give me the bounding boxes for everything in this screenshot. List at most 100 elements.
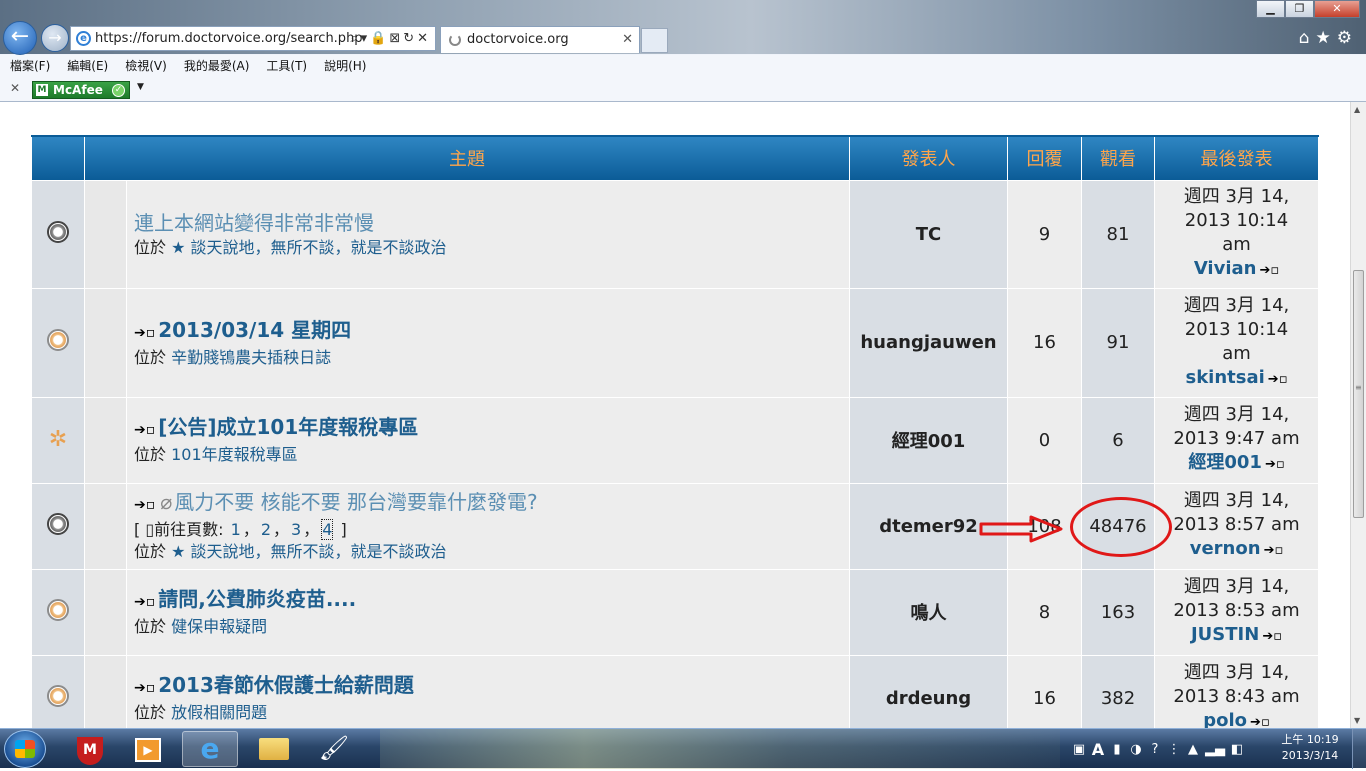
topic-link[interactable]: 連上本網站變得非常非常慢 — [134, 211, 374, 235]
address-tools-icon[interactable]: ⌕▾🔒⊠↻✕ — [350, 27, 431, 50]
menu-view[interactable]: 檢視(V) — [125, 56, 167, 78]
address-bar[interactable]: e https://forum.doctorvoice.org/search.p… — [70, 26, 436, 51]
tray-app-icon[interactable]: ▣ — [1072, 742, 1086, 757]
page-link[interactable]: 3 — [291, 520, 301, 539]
close-window-button[interactable]: ✕ — [1314, 0, 1360, 18]
settings-gear-icon[interactable]: ⚙ — [1337, 28, 1358, 48]
taskbar-mcafee[interactable]: M — [62, 731, 118, 767]
minimize-button[interactable]: ▁ — [1256, 0, 1285, 18]
new-post-arrow-icon[interactable]: ➔▫ — [134, 492, 155, 519]
home-icon[interactable]: ⌂ — [1299, 28, 1316, 48]
topic-cell: ➔▫ [公告]成立101年度報稅專區 位於 101年度報稅專區 — [126, 396, 850, 484]
topic-link[interactable]: 請問,公費肺炎疫苗.... — [158, 587, 356, 611]
tray-keyboard-icon[interactable]: ▮ — [1110, 742, 1124, 757]
vertical-scrollbar[interactable]: ▲ ≡ ▼ — [1350, 102, 1366, 728]
mcafee-app-icon: M — [77, 737, 103, 765]
taskbar-media-player[interactable]: ▶ — [120, 731, 176, 767]
forum-link[interactable]: 談天說地，無所不談，就是不談政治 — [191, 542, 447, 561]
tray-expand-icon[interactable]: ▲ — [1186, 742, 1200, 757]
new-post-arrow-icon[interactable]: ➔▫ — [134, 589, 155, 616]
page-link[interactable]: 4 — [321, 519, 334, 540]
start-button[interactable] — [4, 730, 46, 768]
author-link[interactable]: huangjauwen — [849, 287, 1008, 398]
topic-title: ➔▫ [公告]成立101年度報稅專區 — [134, 414, 849, 444]
maximize-button[interactable]: ❐ — [1285, 0, 1314, 18]
views-count: 382 — [1081, 654, 1155, 728]
author-link[interactable]: dtemer92 — [849, 482, 1008, 570]
header-replies[interactable]: 回覆 — [1007, 135, 1082, 181]
last-user-link[interactable]: JUSTIN — [1191, 624, 1259, 645]
tab-close-icon[interactable]: ✕ — [622, 27, 633, 53]
topic-link[interactable]: 風力不要 核能不要 那台灣要靠什麼發電? — [174, 490, 537, 514]
tray-volume-icon[interactable]: ◧ — [1230, 742, 1244, 757]
forum-link[interactable]: 101年度報稅專區 — [171, 445, 298, 464]
scroll-thumb[interactable] — [1353, 270, 1364, 518]
tray-options-icon[interactable]: ⋮ — [1167, 742, 1181, 757]
menu-file[interactable]: 檔案(F) — [10, 56, 50, 78]
forward-button[interactable]: → — [41, 24, 69, 52]
location-prefix: 位於 — [134, 347, 167, 367]
forum-link[interactable]: 放假相關問題 — [171, 703, 267, 722]
show-desktop-button[interactable] — [1352, 729, 1366, 769]
topic-link[interactable]: 2013/03/14 星期四 — [158, 318, 351, 342]
tray-network-icon[interactable]: ▂▄ — [1205, 742, 1225, 757]
author-link[interactable]: drdeung — [849, 654, 1008, 728]
header-views[interactable]: 觀看 — [1081, 135, 1155, 181]
page-link[interactable]: 1 — [231, 520, 241, 539]
last-user-link[interactable]: skintsai — [1185, 367, 1264, 388]
topic-cell: ➔▫ 請問,公費肺炎疫苗.... 位於 健保申報疑問 — [126, 568, 850, 656]
topic-link[interactable]: 2013春節休假護士給薪問題 — [158, 673, 414, 697]
goto-last-post-icon[interactable]: ➔▫ — [1264, 543, 1284, 558]
back-button[interactable]: ← — [3, 21, 37, 55]
goto-last-post-icon[interactable]: ➔▫ — [1265, 457, 1285, 472]
views-count: 91 — [1081, 287, 1155, 398]
taskbar-internet-explorer[interactable]: e — [182, 731, 238, 767]
new-tab-button[interactable] — [641, 28, 668, 53]
forum-link[interactable]: 辛勤賤鴇農夫插秧日誌 — [171, 348, 331, 367]
author-link[interactable]: TC — [849, 179, 1008, 289]
menu-favorites[interactable]: 我的最愛(A) — [184, 56, 250, 78]
browser-tab[interactable]: doctorvoice.org ✕ — [440, 26, 640, 53]
tray-halfwidth-icon[interactable]: ◑ — [1129, 742, 1143, 757]
page-doc-icon: ▯ — [145, 520, 155, 539]
toolbar-close-icon[interactable]: ✕ — [10, 81, 20, 95]
new-post-arrow-icon[interactable]: ➔▫ — [134, 320, 155, 347]
favorites-star-icon[interactable]: ★ — [1316, 28, 1337, 48]
last-date: 週四 3月 14, — [1183, 490, 1290, 511]
scroll-up-icon[interactable]: ▲ — [1354, 105, 1360, 114]
taskbar-paint[interactable]: 🖌 — [306, 731, 362, 767]
header-topic[interactable]: 主題 — [84, 135, 850, 181]
menu-tools[interactable]: 工具(T) — [266, 56, 307, 78]
topic-link[interactable]: [公告]成立101年度報稅專區 — [158, 415, 418, 439]
new-post-arrow-icon[interactable]: ➔▫ — [134, 675, 155, 702]
last-user-link[interactable]: polo — [1203, 710, 1247, 728]
menu-edit[interactable]: 編輯(E) — [67, 56, 108, 78]
last-time: 2013 8:53 am — [1173, 600, 1300, 621]
last-user-link[interactable]: Vivian — [1194, 258, 1257, 279]
goto-last-post-icon[interactable]: ➔▫ — [1259, 263, 1279, 278]
header-last-post[interactable]: 最後發表 — [1154, 135, 1319, 181]
topic-type-cell — [84, 287, 127, 398]
author-link[interactable]: 經理001 — [849, 396, 1008, 484]
author-link[interactable]: 鳴人 — [849, 568, 1008, 656]
tray-input-method-icon[interactable]: A — [1091, 740, 1105, 759]
tray-help-icon[interactable]: ? — [1148, 742, 1162, 757]
page-link[interactable]: 2 — [261, 520, 271, 539]
taskbar-explorer[interactable] — [246, 731, 302, 767]
mcafee-dropdown-icon[interactable]: ▼ — [137, 82, 144, 92]
new-post-arrow-icon[interactable]: ➔▫ — [134, 417, 155, 444]
last-user-link[interactable]: vernon — [1190, 538, 1261, 559]
last-user-link[interactable]: 經理001 — [1188, 452, 1262, 473]
goto-last-post-icon[interactable]: ➔▫ — [1268, 372, 1288, 387]
scroll-down-icon[interactable]: ▼ — [1354, 716, 1360, 725]
header-author[interactable]: 發表人 — [849, 135, 1008, 181]
topic-title: ➔▫ 2013/03/14 星期四 — [134, 317, 849, 347]
folder-icon — [259, 738, 289, 760]
menu-help[interactable]: 說明(H) — [324, 56, 366, 78]
taskbar-clock[interactable]: 上午 10:19 2013/3/14 — [1278, 732, 1342, 764]
forum-link[interactable]: 健保申報疑問 — [171, 617, 267, 636]
goto-last-post-icon[interactable]: ➔▫ — [1250, 715, 1270, 728]
goto-last-post-icon[interactable]: ➔▫ — [1262, 629, 1282, 644]
forum-link[interactable]: 談天說地，無所不談，就是不談政治 — [191, 238, 447, 257]
mcafee-button[interactable]: M McAfee ✓ — [32, 81, 130, 99]
